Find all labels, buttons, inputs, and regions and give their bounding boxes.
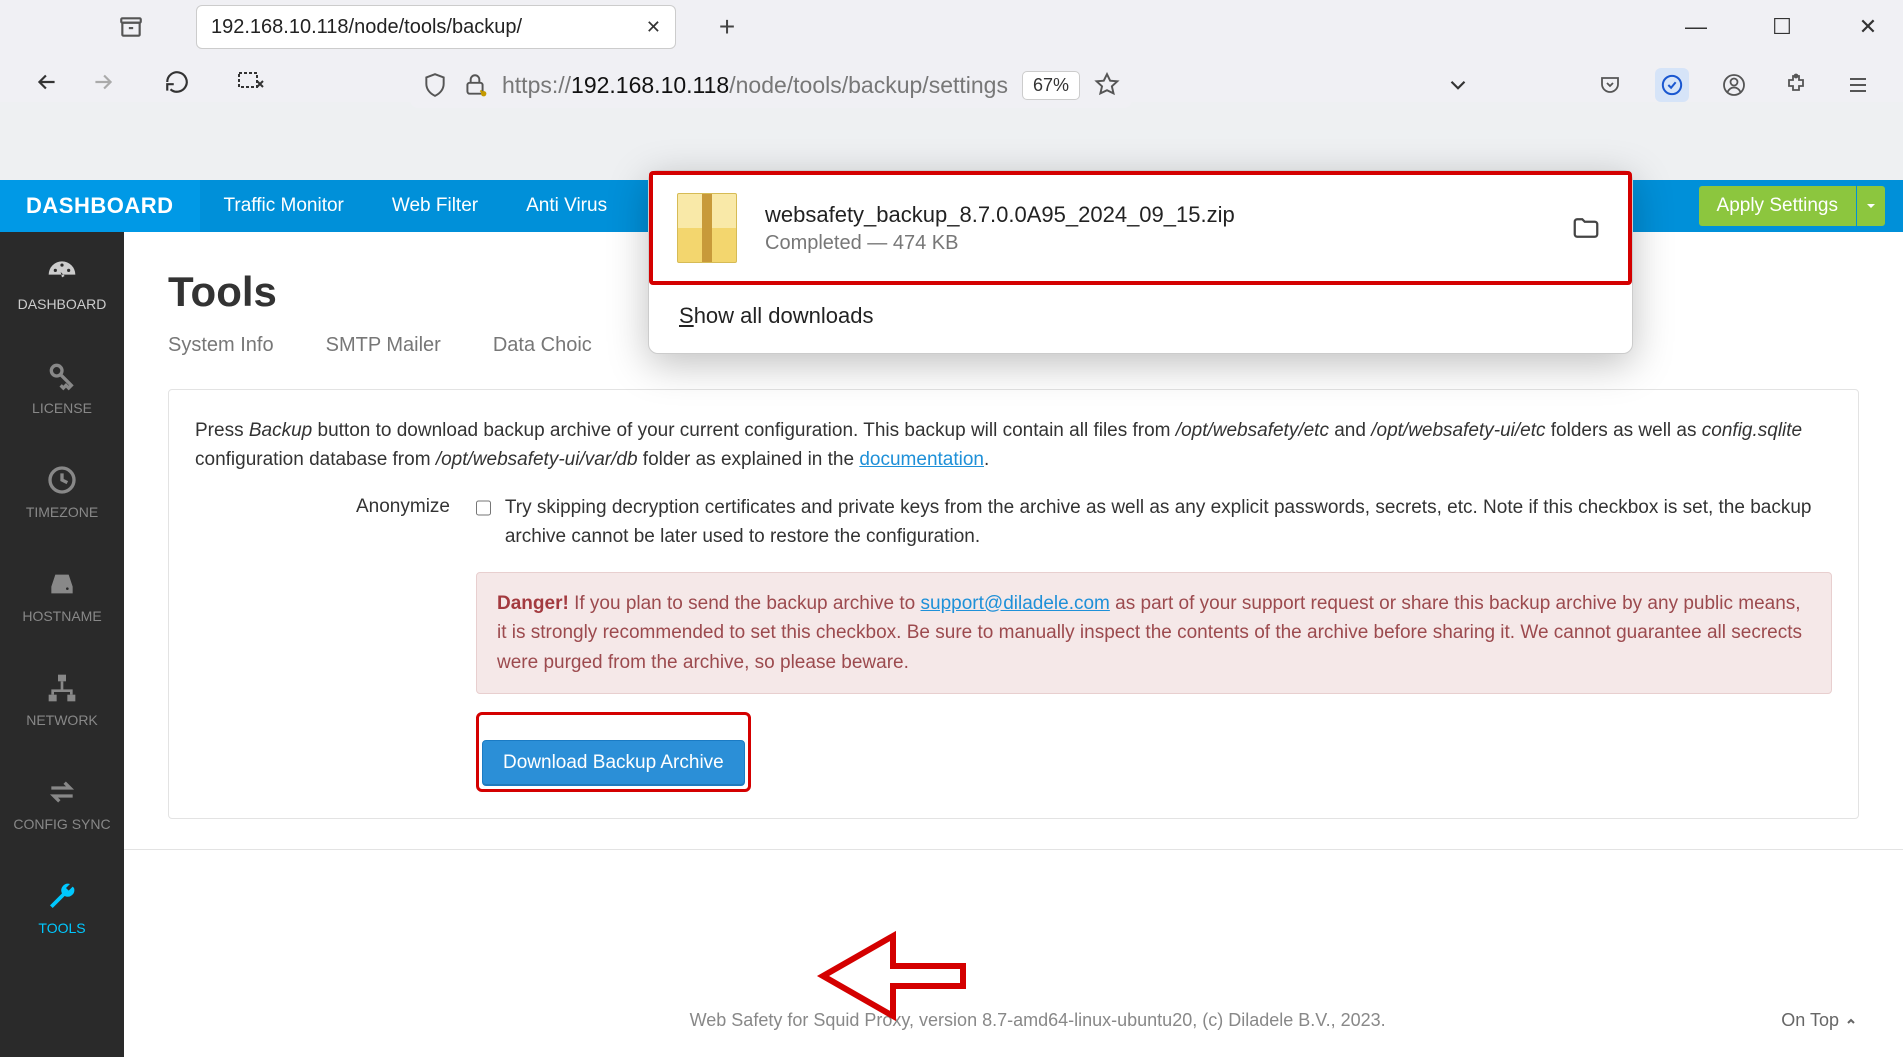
nav-brand[interactable]: DASHBOARD	[0, 180, 200, 232]
forward-button[interactable]	[86, 69, 120, 102]
tab-strip: 192.168.10.118/node/tools/backup/ ✕ + — …	[0, 0, 1903, 54]
show-all-downloads-link[interactable]: Show all downloads	[649, 285, 1632, 333]
toolbar-right-icons	[1593, 68, 1875, 102]
backup-card: Press Backup button to download backup a…	[168, 389, 1859, 819]
address-bar[interactable]: https://192.168.10.118/node/tools/backup…	[410, 62, 1132, 108]
tab-title: 192.168.10.118/node/tools/backup/	[211, 16, 522, 39]
divider	[124, 849, 1903, 850]
on-top-link[interactable]: On Top	[1781, 1010, 1857, 1031]
zoom-level[interactable]: 67%	[1022, 71, 1080, 100]
downloads-icon[interactable]	[1655, 68, 1689, 102]
apply-settings-button[interactable]: Apply Settings	[1699, 186, 1856, 226]
nav-web-filter[interactable]: Web Filter	[368, 180, 502, 232]
account-icon[interactable]	[1717, 68, 1751, 102]
extensions-icon[interactable]	[1779, 68, 1813, 102]
zip-file-icon	[677, 193, 737, 263]
reload-button[interactable]	[160, 69, 194, 102]
key-icon	[43, 360, 81, 392]
nav-traffic-monitor[interactable]: Traffic Monitor	[200, 180, 368, 232]
download-status: Completed — 474 KB	[765, 232, 1540, 255]
sidebar-item-timezone[interactable]: TIMEZONE	[0, 440, 124, 544]
apply-settings-dropdown[interactable]	[1857, 186, 1885, 226]
maximize-icon[interactable]: ☐	[1767, 14, 1797, 40]
back-button[interactable]	[30, 69, 64, 102]
anonymize-label: Anonymize	[195, 493, 450, 792]
sidebar-item-tools[interactable]: TOOLS	[0, 856, 124, 960]
gauge-icon	[43, 256, 81, 288]
url-text: https://192.168.10.118/node/tools/backup…	[502, 72, 1008, 99]
documentation-link[interactable]: documentation	[859, 449, 984, 470]
shield-icon	[422, 72, 448, 98]
browser-toolbar: https://192.168.10.118/node/tools/backup…	[0, 54, 1903, 116]
close-tab-icon[interactable]: ✕	[646, 17, 661, 38]
sidebar-item-config-sync[interactable]: CONFIG SYNC	[0, 752, 124, 856]
screenshot-icon[interactable]	[234, 71, 268, 100]
tab-smtp-mailer[interactable]: SMTP Mailer	[326, 334, 441, 363]
download-backup-button[interactable]: Download Backup Archive	[482, 740, 745, 786]
open-folder-icon[interactable]	[1568, 213, 1604, 243]
minimize-icon[interactable]: —	[1681, 14, 1711, 40]
tab-system-info[interactable]: System Info	[168, 334, 274, 363]
sidebar-item-license[interactable]: LICENSE	[0, 336, 124, 440]
chevron-down-icon[interactable]	[1445, 72, 1471, 98]
hdd-icon	[43, 568, 81, 600]
footer-text: Web Safety for Squid Proxy, version 8.7-…	[690, 1010, 1386, 1031]
sidebar-item-network[interactable]: NETWORK	[0, 648, 124, 752]
sync-icon	[43, 776, 81, 808]
wrench-icon	[43, 880, 81, 912]
download-filename: websafety_backup_8.7.0.0A95_2024_09_15.z…	[765, 202, 1540, 228]
pocket-icon[interactable]	[1593, 68, 1627, 102]
lock-warning-icon	[462, 72, 488, 98]
sidebar: DASHBOARD LICENSE TIMEZONE HOSTNAME NETW…	[0, 232, 124, 1057]
clock-icon	[43, 464, 81, 496]
hamburger-menu-icon[interactable]	[1841, 68, 1875, 102]
network-icon	[43, 672, 81, 704]
download-item[interactable]: websafety_backup_8.7.0.0A95_2024_09_15.z…	[765, 202, 1540, 255]
anonymize-checkbox[interactable]	[476, 498, 491, 518]
browser-chrome: 192.168.10.118/node/tools/backup/ ✕ + — …	[0, 0, 1903, 102]
tab-data-choices[interactable]: Data Choic	[493, 334, 592, 363]
footer: Web Safety for Squid Proxy, version 8.7-…	[294, 1010, 1857, 1031]
new-tab-button[interactable]: +	[712, 11, 742, 43]
archive-icon[interactable]	[118, 14, 144, 40]
window-controls: — ☐ ✕	[1681, 14, 1883, 40]
support-email-link[interactable]: support@diladele.com	[921, 593, 1110, 614]
bookmark-star-icon[interactable]	[1094, 72, 1120, 98]
main-content: Tools System Info SMTP Mailer Data Choic…	[124, 232, 1903, 1057]
download-button-highlight: Download Backup Archive	[476, 712, 751, 792]
anonymize-help-text: Try skipping decryption certificates and…	[505, 493, 1832, 552]
close-window-icon[interactable]: ✕	[1853, 14, 1883, 40]
anonymize-row: Anonymize Try skipping decryption certif…	[195, 493, 1832, 792]
sidebar-item-hostname[interactable]: HOSTNAME	[0, 544, 124, 648]
sidebar-item-dashboard[interactable]: DASHBOARD	[0, 232, 124, 336]
danger-alert: Danger! If you plan to send the backup a…	[476, 572, 1832, 694]
intro-text: Press Backup button to download backup a…	[195, 416, 1832, 475]
nav-anti-virus[interactable]: Anti Virus	[502, 180, 631, 232]
downloads-popup: websafety_backup_8.7.0.0A95_2024_09_15.z…	[648, 170, 1633, 354]
browser-tab[interactable]: 192.168.10.118/node/tools/backup/ ✕	[196, 5, 676, 49]
download-item-highlight: websafety_backup_8.7.0.0A95_2024_09_15.z…	[649, 171, 1632, 285]
